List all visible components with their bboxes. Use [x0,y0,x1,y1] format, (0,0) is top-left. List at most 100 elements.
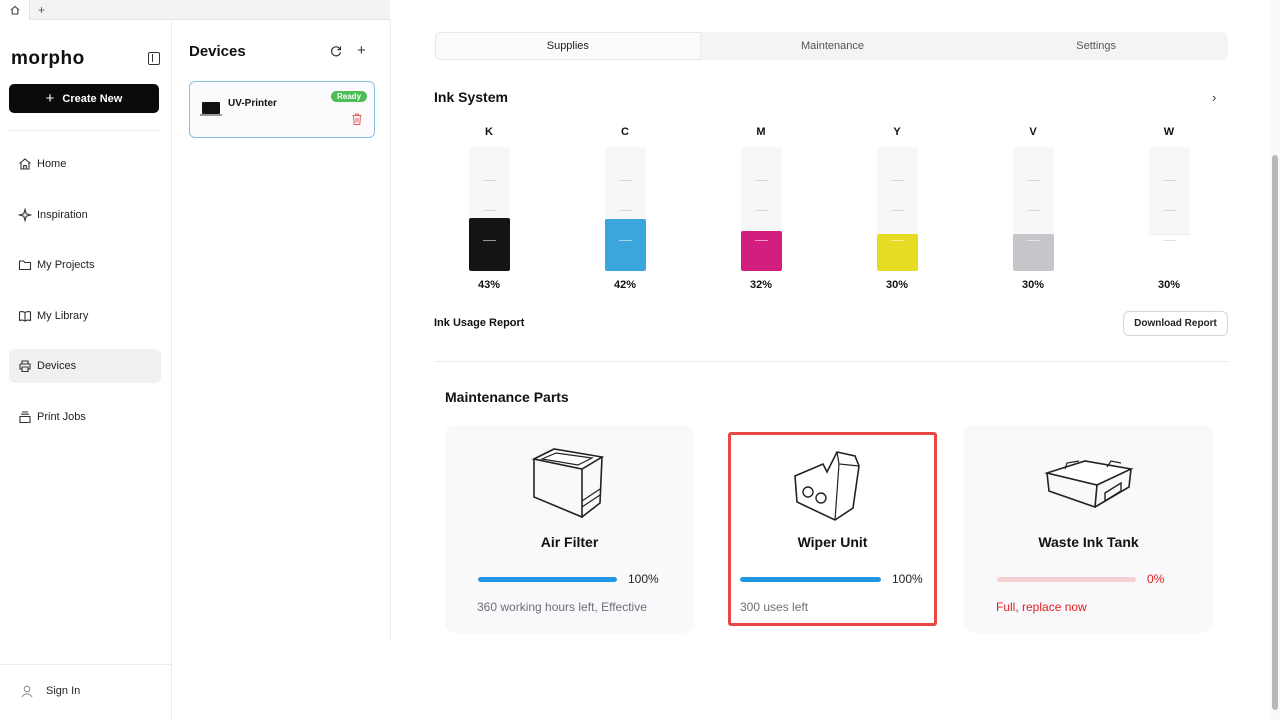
part-card-air-filter[interactable]: Air Filter 100% 360 working hours left, … [445,425,694,633]
sidebar-item-my-projects[interactable]: My Projects [9,248,161,282]
ink-usage-report-label: Ink Usage Report [434,317,525,329]
logo: morpho [11,48,85,69]
printer-icon [19,360,31,373]
refresh-icon[interactable] [330,45,342,57]
waste-ink-tank-icon [1044,460,1134,509]
sidebar-item-label: My Library [37,309,89,322]
sign-in-button[interactable]: Sign In [20,684,80,698]
tab-supplies[interactable]: Supplies [435,32,701,60]
ink-percent: 32% [749,279,773,291]
ink-column-c: C 42% [595,126,655,291]
home-icon [10,5,19,15]
part-progress-bar [997,577,1136,582]
ink-level-mark [618,240,632,241]
ink-column-y: Y 30% [867,126,927,291]
part-percent: 100% [628,572,659,586]
ink-level-mark [754,180,768,181]
create-new-label: Create New [62,92,123,105]
sidebar-item-label: Home [37,158,67,170]
part-card-waste-ink-tank[interactable]: Waste Ink Tank 0% Full, replace now [964,425,1213,633]
part-percent: 100% [892,572,923,586]
sidebar-item-label: Print Jobs [37,410,86,423]
home-tab[interactable] [0,0,30,20]
ink-column-m: M 32% [731,126,791,291]
sidebar-item-inspiration[interactable]: Inspiration [9,198,161,232]
part-percent: 0% [1147,572,1165,586]
app-window: + morpho + Create New Home Inspiration M… [0,0,1280,720]
device-name: UV-Printer [228,98,277,109]
ink-level-mark [1162,240,1176,241]
part-progress-bar [740,577,881,582]
ink-percent: 30% [885,279,909,291]
ink-level-mark [618,210,632,211]
add-device-button[interactable]: + [357,42,366,59]
scrollbar[interactable] [1270,0,1280,720]
ink-level-mark [1162,180,1176,181]
tab-settings[interactable]: Settings [964,32,1228,60]
stack-icon [19,410,31,423]
sign-in-label: Sign In [46,685,81,697]
maintenance-parts-title: Maintenance Parts [445,389,569,405]
ink-level-mark [890,210,904,211]
printer-thumbnail [200,102,222,116]
segmented-tabs: Supplies Maintenance Settings [435,32,1228,60]
ink-tube [604,147,646,271]
home-icon [19,158,31,170]
ink-tube [468,147,510,271]
ink-tube [1148,147,1190,271]
sidebar-nav: Home Inspiration My Projects My Library … [9,147,161,450]
ink-column-k: K 43% [459,126,519,291]
sidebar-item-label: Devices [37,360,77,372]
ink-level-mark [1026,210,1040,211]
part-name: Waste Ink Tank [1038,534,1139,550]
ink-column-v: V 30% [1003,126,1063,291]
ink-name: C [621,126,629,138]
ink-percent: 30% [1157,279,1181,291]
ink-tube [1012,147,1054,271]
ink-tube [876,147,918,271]
sidebar-item-print-jobs[interactable]: Print Jobs [9,400,161,434]
part-progress-fill [478,577,617,582]
ink-level-mark [618,180,632,181]
divider [434,361,1228,362]
ink-percent: 43% [477,279,501,291]
sidebar-collapse-icon[interactable] [148,52,160,65]
sidebar-item-label: Inspiration [37,208,88,221]
devices-panel: Devices + UV-Printer Ready [172,20,391,640]
tab-strip: + [0,0,390,20]
part-card-wiper-unit[interactable]: Wiper Unit 100% 300 uses left [728,432,937,626]
sidebar-item-home[interactable]: Home [9,147,161,181]
ink-column-w: W 30% [1139,126,1199,291]
ink-percent: 30% [1021,279,1045,291]
ink-tube [740,147,782,271]
create-new-button[interactable]: + Create New [9,84,159,113]
sidebar-item-label: My Projects [37,259,95,271]
folder-icon [18,260,32,271]
devices-title: Devices [189,43,246,60]
device-card[interactable]: UV-Printer Ready [189,81,375,138]
chevron-right-icon[interactable]: › [1212,90,1216,105]
ink-level-mark [482,210,496,211]
scrollbar-thumb[interactable] [1272,155,1278,710]
part-status-note: 300 uses left [740,600,809,614]
sidebar-item-devices[interactable]: Devices [9,349,161,383]
sidebar: morpho + Create New Home Inspiration My … [0,20,172,720]
status-badge: Ready [331,91,368,102]
ink-name: W [1163,126,1175,138]
tab-maintenance[interactable]: Maintenance [701,32,965,60]
trash-icon[interactable] [351,112,363,126]
ink-level-fill [740,231,782,271]
ink-level-fill [604,219,646,271]
main-content: Supplies Maintenance Settings Ink System… [392,0,1270,720]
divider [9,130,159,131]
ink-level-mark [1026,180,1040,181]
ink-name: M [756,126,766,138]
wiper-unit-icon [794,451,860,521]
ink-level-mark [482,240,496,241]
download-report-button[interactable]: Download Report [1123,311,1228,336]
user-icon [21,685,33,698]
sidebar-item-my-library[interactable]: My Library [9,299,161,333]
ink-name: Y [893,126,901,138]
new-tab-button[interactable]: + [38,0,45,20]
ink-name: V [1029,126,1037,138]
